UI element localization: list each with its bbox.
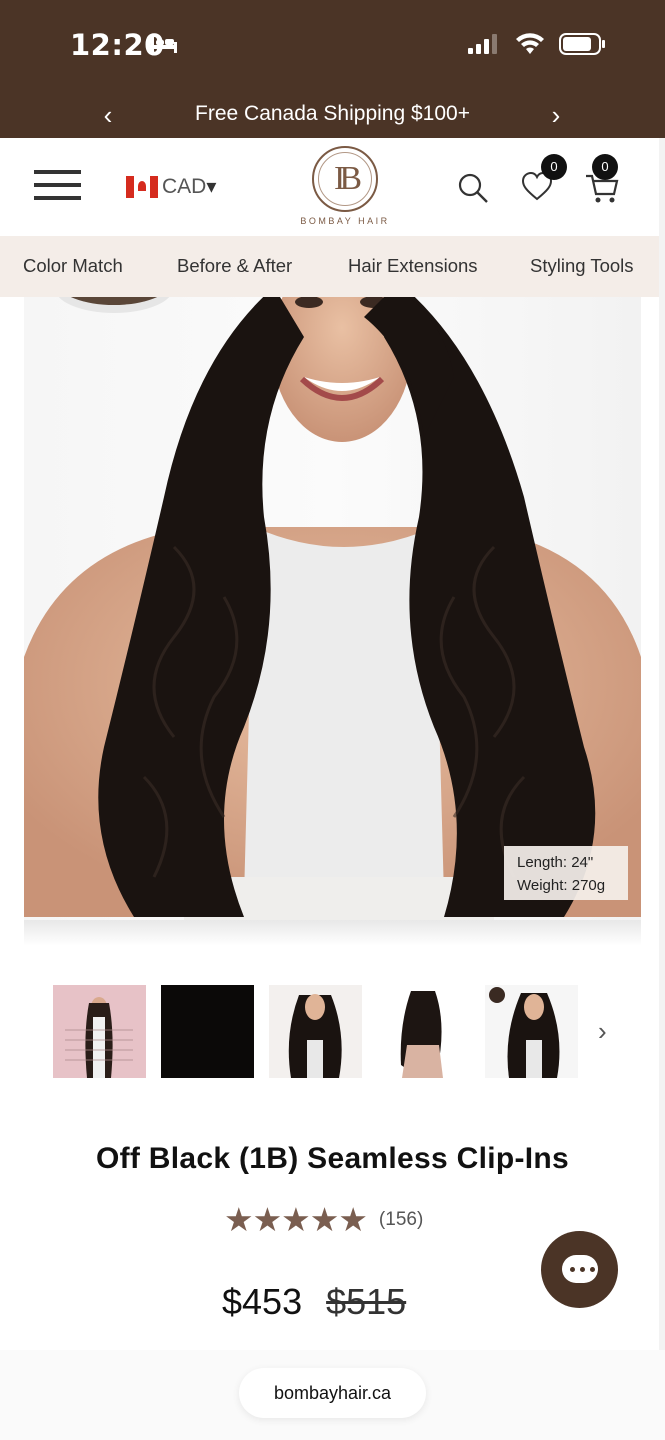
logo-monogram: IB — [334, 160, 362, 197]
status-indicators — [467, 32, 607, 56]
logo-emblem: IB — [312, 146, 378, 212]
thumbnail-strip — [53, 985, 633, 1078]
currency-selector[interactable]: CAD ▾ — [126, 174, 216, 199]
promo-bar: ‹ Free Canada Shipping $100+ › — [0, 92, 665, 138]
price-block: $453 $515 — [222, 1281, 406, 1323]
thumbnail-back-view[interactable] — [377, 985, 470, 1078]
nav-item-color-match[interactable]: Color Match — [23, 255, 123, 277]
cart-count-badge: 0 — [592, 154, 618, 180]
review-count[interactable]: (156) — [379, 1209, 423, 1231]
chevron-down-icon: ▾ — [206, 176, 217, 198]
promo-next-button[interactable]: › — [541, 100, 571, 131]
thumbnail-model-view[interactable] — [485, 985, 578, 1078]
status-bar: 12:20 — [0, 0, 665, 92]
site-header: CAD ▾ IB BOMBAY HAIR 0 0 — [0, 138, 665, 236]
sale-price: $453 — [222, 1281, 303, 1322]
battery-icon — [559, 33, 605, 55]
star-rating-icons: ★★★★★ — [224, 1201, 368, 1238]
image-shadow — [24, 920, 641, 946]
spec-length: Length: 24" — [517, 854, 594, 871]
search-icon[interactable] — [456, 171, 490, 205]
logo-wordmark: BOMBAY HAIR — [300, 216, 390, 226]
nav-item-styling-tools[interactable]: Styling Tools — [530, 255, 634, 277]
thumbnail-color-swatch[interactable] — [161, 985, 254, 1078]
wishlist-count-badge: 0 — [541, 154, 567, 180]
product-title: Off Black (1B) Seamless Clip-Ins — [95, 1142, 570, 1175]
canada-flag-icon — [126, 175, 158, 198]
product-rating[interactable]: ★★★★★ (156) — [224, 1200, 423, 1239]
chat-button[interactable] — [541, 1231, 618, 1308]
currency-label: CAD — [162, 174, 207, 198]
sleep-focus-icon — [151, 37, 177, 53]
category-nav: Color Match Before & After Hair Extensio… — [0, 236, 665, 297]
compare-at-price: $515 — [326, 1281, 407, 1322]
nav-item-hair-extensions[interactable]: Hair Extensions — [348, 255, 478, 277]
product-main-image[interactable] — [24, 297, 641, 920]
thumbnail-length-chart[interactable] — [53, 985, 146, 1078]
model-photo — [24, 297, 641, 920]
spec-overlay: Length: 24" Weight: 270g — [504, 846, 628, 900]
browser-url-pill[interactable]: bombayhair.ca — [239, 1368, 426, 1418]
chat-bubble-icon — [562, 1255, 598, 1283]
spec-weight: Weight: 270g — [517, 877, 606, 894]
thumbnail-next-button[interactable]: › — [598, 1016, 607, 1047]
scrollbar-track — [659, 138, 665, 1350]
bombay-hair-logo[interactable]: IB BOMBAY HAIR — [300, 146, 390, 230]
menu-icon[interactable] — [34, 170, 81, 204]
wifi-icon — [516, 33, 544, 54]
nav-item-before-after[interactable]: Before & After — [177, 255, 292, 277]
cellular-signal-icon — [468, 34, 497, 54]
thumbnail-front-view[interactable] — [269, 985, 362, 1078]
